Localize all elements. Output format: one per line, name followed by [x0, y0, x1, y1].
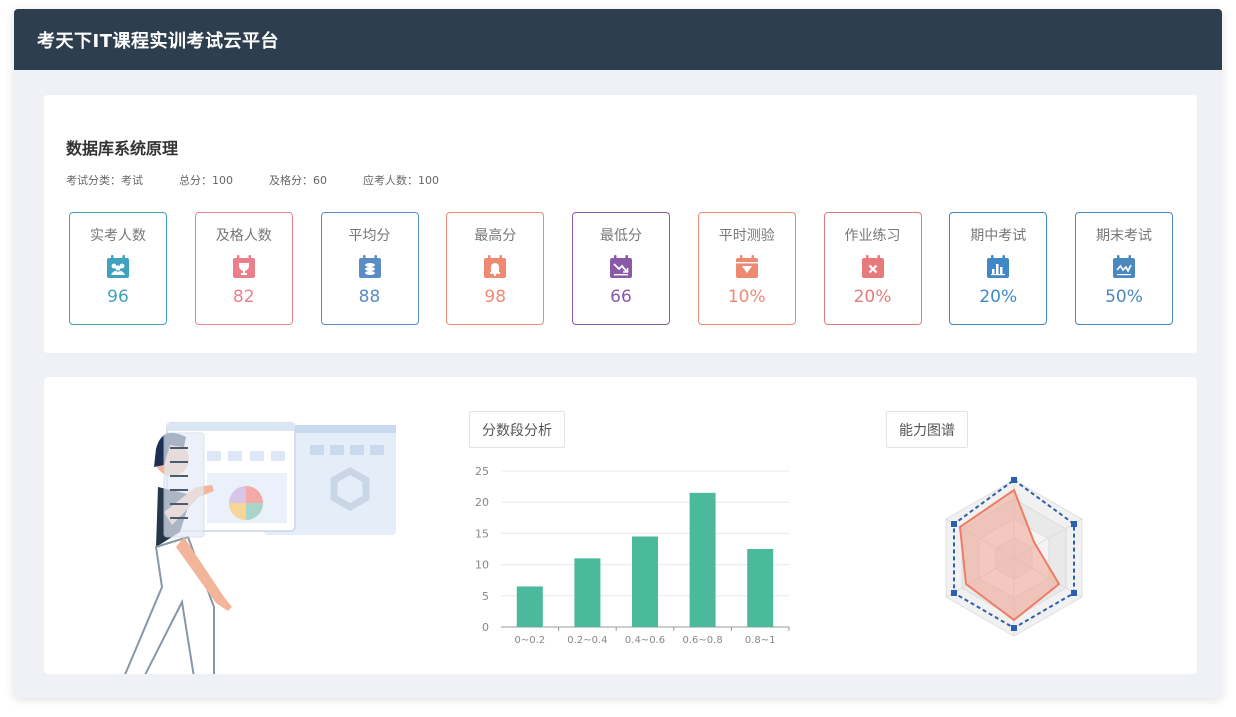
stat-label: 及格人数 [215, 228, 272, 244]
stat-value: 96 [107, 287, 129, 307]
course-meta: 考试分类：考试 总分：100 及格分：60 应考人数：100 [66, 172, 475, 188]
ability-radar-chart [945, 477, 1083, 637]
stat-label: 最低分 [600, 228, 642, 244]
tab-score-distribution[interactable]: 分数段分析 [469, 411, 565, 448]
stat-label: 平时测验 [718, 228, 775, 244]
stat-card-max[interactable]: 最高分 98 [446, 212, 545, 325]
course-info-panel: 数据库系统原理 考试分类：考试 总分：100 及格分：60 应考人数：100 实… [44, 95, 1197, 353]
stat-label: 期末考试 [1096, 228, 1152, 244]
person-dashboard-illustration [124, 422, 396, 674]
bell-icon [483, 255, 507, 279]
stat-card-homework[interactable]: 作业练习 20% [823, 212, 922, 325]
stat-label: 期中考试 [970, 228, 1027, 244]
stat-card-actual-count[interactable]: 实考人数 96 [69, 212, 167, 325]
bar [689, 492, 716, 627]
meta-pass-score: 及格分：60 [269, 174, 327, 187]
score-distribution-chart: 0 5 10 15 20 25 0~0.2 0.2~0.4 0.4~0.6 0.6~0.8 0.8~… [475, 465, 790, 646]
stat-label: 最高分 [474, 228, 517, 244]
stat-value: 66 [610, 287, 632, 307]
meta-total-score: 总分：100 [179, 174, 233, 187]
stat-card-pass-count[interactable]: 及格人数 82 [194, 212, 293, 325]
course-title: 数据库系统原理 [66, 139, 179, 158]
stat-value: 50% [1105, 287, 1143, 307]
y-tick-label: 10 [475, 559, 489, 572]
coins-icon [358, 255, 382, 279]
bar-icon [986, 255, 1010, 279]
bar [516, 586, 543, 627]
y-tick-label: 15 [475, 527, 489, 540]
x-tick-label: 0.4~0.6 [625, 635, 665, 646]
y-tick-label: 5 [482, 590, 489, 603]
stat-card-final[interactable]: 期末考试 50% [1075, 212, 1173, 325]
stat-card-min[interactable]: 最低分 66 [572, 212, 670, 325]
stat-card-midterm[interactable]: 期中考试 20% [949, 212, 1048, 325]
trophy-icon [232, 255, 256, 279]
bar [574, 558, 601, 627]
x-tick-label: 0.8~1 [745, 635, 776, 646]
meta-category: 考试分类：考试 [66, 174, 143, 187]
x-tick-label: 0.2~0.4 [567, 635, 607, 646]
analysis-panel: 分数段分析 0 5 10 15 20 25 0~0.2 0.2~0.4 0.4~0.6 0.6~0… [44, 377, 1197, 674]
heart-icon [735, 255, 759, 279]
bar [632, 536, 658, 627]
stat-value: 20% [979, 287, 1018, 307]
stat-cards: 实考人数 96 及格人数 82 平均分 88 最高分 98 最低分 66 平时测… [69, 212, 1173, 325]
line-icon [1112, 255, 1136, 279]
app-window: 考天下IT课程实训考试云平台 数据库系统原理 考试分类：考试 总分：100 及格… [14, 9, 1222, 698]
y-tick-label: 20 [475, 496, 489, 509]
x-tick-label: 0~0.2 [514, 635, 545, 646]
stat-card-average[interactable]: 平均分 88 [320, 212, 419, 325]
app-title: 考天下IT课程实训考试云平台 [37, 30, 279, 52]
y-tick-label: 25 [475, 465, 489, 478]
stat-label: 实考人数 [90, 228, 146, 244]
tab-ability-radar[interactable]: 能力图谱 [886, 411, 968, 448]
bar [747, 549, 774, 627]
stat-card-quiz[interactable]: 平时测验 10% [697, 212, 796, 325]
stat-value: 20% [853, 287, 892, 307]
cross-icon [861, 255, 885, 279]
trend-down-icon [609, 255, 633, 279]
people-icon [106, 255, 130, 279]
stat-value: 88 [358, 287, 381, 307]
x-tick-label: 0.6~0.8 [683, 635, 723, 646]
stat-value: 82 [232, 287, 255, 307]
stat-value: 10% [727, 287, 766, 307]
y-tick-label: 0 [482, 621, 489, 634]
meta-expected-count: 应考人数：100 [363, 174, 439, 187]
stat-label: 平均分 [348, 228, 391, 244]
app-header: 考天下IT课程实训考试云平台 [14, 9, 1222, 70]
stat-value: 98 [484, 287, 507, 307]
stat-label: 作业练习 [844, 228, 901, 244]
